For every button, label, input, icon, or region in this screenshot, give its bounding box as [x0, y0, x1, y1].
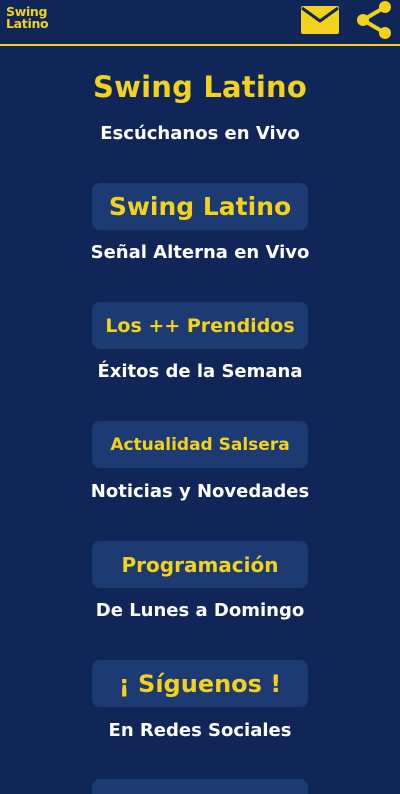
menu-item-subtitle: En Redes Sociales [108, 720, 292, 741]
menu-item-partial[interactable] [92, 779, 308, 794]
menu-item-senal-alterna[interactable]: Swing Latino [92, 183, 308, 230]
hero-subtitle[interactable]: Escúchanos en Vivo [0, 123, 400, 144]
menu-item-label: Actualidad Salsera [110, 434, 290, 455]
menu-item-subtitle: De Lunes a Domingo [95, 600, 305, 621]
menu-item-label: Los ++ Prendidos [105, 314, 295, 337]
app-screen: Swing Latino Swing Latino Escúchanos en … [0, 0, 400, 794]
mail-button[interactable] [300, 5, 340, 35]
menu-item-siguenos[interactable]: ¡ Síguenos ! [92, 660, 308, 707]
menu-item-label: ¡ Síguenos ! [118, 669, 282, 698]
menu-item-subtitle: Señal Alterna en Vivo [90, 242, 310, 263]
mail-icon [301, 6, 339, 34]
top-bar: Swing Latino [0, 0, 400, 46]
hero-title[interactable]: Swing Latino [0, 70, 400, 104]
share-button[interactable] [354, 0, 394, 40]
menu-item-subtitle: Noticias y Novedades [90, 481, 310, 502]
share-icon [357, 1, 391, 39]
menu-item-subtitle: Éxitos de la Semana [97, 361, 303, 382]
logo-line-2: Latino [6, 16, 49, 31]
menu-item-label: Swing Latino [108, 192, 292, 221]
menu-item-label: Programación [121, 552, 279, 577]
menu-item-programacion[interactable]: Programación [92, 541, 308, 588]
app-logo: Swing Latino [6, 5, 49, 31]
menu-item-los-prendidos[interactable]: Los ++ Prendidos [92, 302, 308, 349]
menu-item-actualidad-salsera[interactable]: Actualidad Salsera [92, 421, 308, 468]
